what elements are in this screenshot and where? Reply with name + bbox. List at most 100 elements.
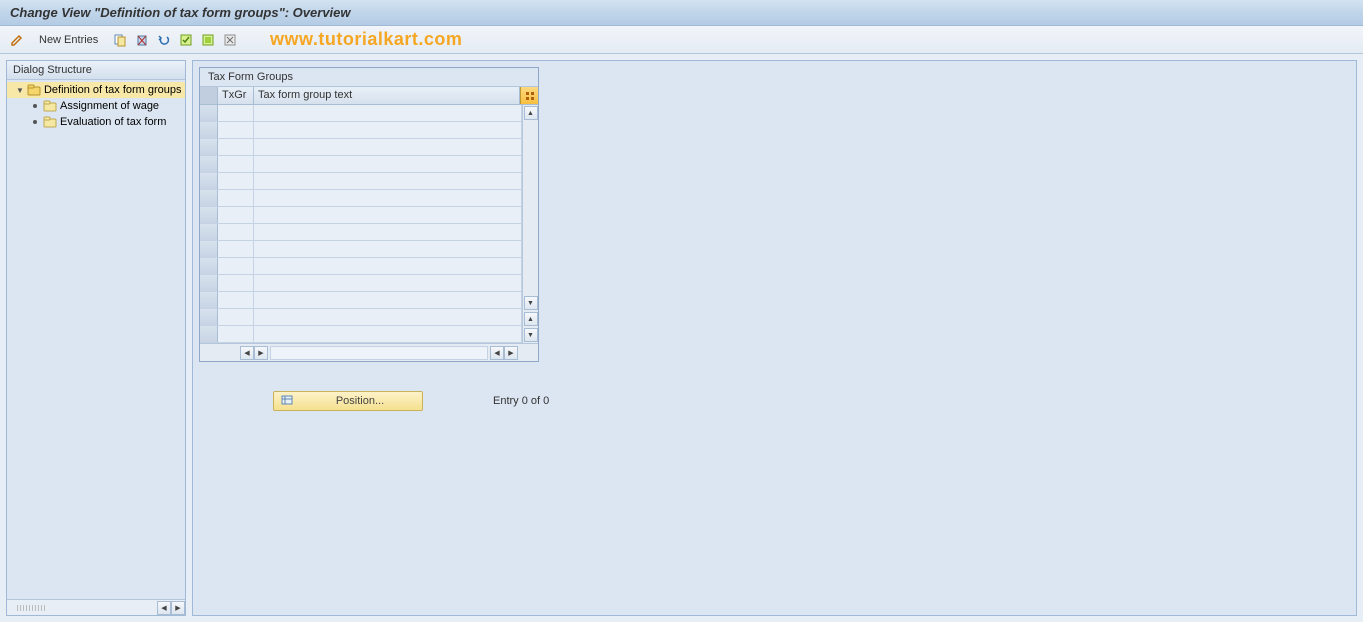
folder-closed-icon [43, 116, 57, 128]
cell-txgr[interactable] [218, 122, 254, 138]
expander-icon[interactable]: ▼ [15, 85, 25, 95]
row-selector[interactable] [200, 173, 218, 189]
cell-txgr[interactable] [218, 275, 254, 291]
table-row [200, 224, 522, 241]
tree-node-assignment[interactable]: Assignment of wage [7, 98, 185, 114]
column-header-txgr[interactable]: TxGr [218, 87, 254, 104]
table-footer: Position... Entry 0 of 0 [273, 391, 549, 411]
copy-icon[interactable] [111, 31, 129, 49]
select-block-icon[interactable] [199, 31, 217, 49]
table-row [200, 309, 522, 326]
row-selector[interactable] [200, 190, 218, 206]
table-row [200, 326, 522, 343]
select-all-icon[interactable] [177, 31, 195, 49]
scroll-right-icon[interactable]: ▶ [254, 346, 268, 360]
table-row [200, 105, 522, 122]
cell-txgr[interactable] [218, 224, 254, 240]
position-button[interactable]: Position... [273, 391, 423, 411]
cell-txgr[interactable] [218, 139, 254, 155]
table-settings-icon[interactable] [520, 87, 538, 104]
cell-text[interactable] [254, 275, 522, 291]
cell-txgr[interactable] [218, 258, 254, 274]
scroll-left-icon[interactable]: ◀ [240, 346, 254, 360]
cell-text[interactable] [254, 241, 522, 257]
cell-text[interactable] [254, 156, 522, 172]
cell-text[interactable] [254, 309, 522, 325]
tree-label: Assignment of wage [60, 100, 159, 112]
column-header-text[interactable]: Tax form group text [254, 87, 520, 104]
toggle-edit-icon[interactable] [8, 31, 26, 49]
cell-text[interactable] [254, 258, 522, 274]
scroll-down-icon[interactable]: ▼ [524, 296, 538, 310]
scroll-right-icon[interactable]: ▶ [171, 601, 185, 615]
row-selector[interactable] [200, 207, 218, 223]
cell-text[interactable] [254, 224, 522, 240]
row-selector-header[interactable] [200, 87, 218, 104]
scroll-up-icon[interactable]: ▲ [524, 312, 538, 326]
tree-node-definition[interactable]: ▼ Definition of tax form groups [7, 82, 185, 98]
undo-icon[interactable] [155, 31, 173, 49]
row-selector[interactable] [200, 275, 218, 291]
new-entries-label: New Entries [39, 34, 98, 46]
cell-txgr[interactable] [218, 173, 254, 189]
row-selector[interactable] [200, 241, 218, 257]
scrollbar-track[interactable] [524, 121, 538, 295]
sidebar-hscroll: ◀ ▶ [7, 599, 185, 615]
cell-txgr[interactable] [218, 326, 254, 342]
position-icon [280, 395, 294, 407]
row-selector[interactable] [200, 139, 218, 155]
scroll-up-icon[interactable]: ▲ [524, 106, 538, 120]
table-row [200, 241, 522, 258]
cell-txgr[interactable] [218, 292, 254, 308]
table-row [200, 275, 522, 292]
cell-text[interactable] [254, 326, 522, 342]
cell-txgr[interactable] [218, 190, 254, 206]
table-row [200, 156, 522, 173]
table-row [200, 139, 522, 156]
row-selector[interactable] [200, 326, 218, 342]
cell-text[interactable] [254, 190, 522, 206]
application-toolbar: New Entries www.tutorialkart.com [0, 26, 1363, 54]
entry-count-text: Entry 0 of 0 [493, 395, 549, 407]
cell-text[interactable] [254, 207, 522, 223]
sidebar-header: Dialog Structure [7, 61, 185, 80]
folder-open-icon [27, 84, 41, 96]
row-selector[interactable] [200, 309, 218, 325]
scrollbar-track[interactable] [270, 346, 488, 360]
cell-text[interactable] [254, 173, 522, 189]
cell-text[interactable] [254, 105, 522, 121]
window-title: Change View "Definition of tax form grou… [0, 0, 1363, 26]
cell-txgr[interactable] [218, 156, 254, 172]
new-entries-button[interactable]: New Entries [30, 30, 107, 50]
row-selector[interactable] [200, 156, 218, 172]
cell-text[interactable] [254, 292, 522, 308]
deselect-all-icon[interactable] [221, 31, 239, 49]
main-area: Tax Form Groups TxGr Tax form group text… [192, 60, 1357, 616]
cell-txgr[interactable] [218, 105, 254, 121]
row-selector[interactable] [200, 105, 218, 121]
cell-text[interactable] [254, 139, 522, 155]
cell-txgr[interactable] [218, 207, 254, 223]
scroll-right-icon[interactable]: ▶ [504, 346, 518, 360]
tree-label: Evaluation of tax form [60, 116, 166, 128]
resize-grip-icon[interactable] [17, 605, 47, 611]
tree-node-evaluation[interactable]: Evaluation of tax form [7, 114, 185, 130]
cell-txgr[interactable] [218, 309, 254, 325]
table-panel: Tax Form Groups TxGr Tax form group text… [199, 67, 539, 362]
data-grid: TxGr Tax form group text ▲ ▼ ▲ ▼ [200, 87, 538, 361]
row-selector[interactable] [200, 258, 218, 274]
table-row [200, 258, 522, 275]
scroll-left-icon[interactable]: ◀ [490, 346, 504, 360]
row-selector[interactable] [200, 292, 218, 308]
bullet-icon [33, 104, 37, 108]
table-row [200, 292, 522, 309]
horizontal-scrollbar: ◀ ▶ ◀ ▶ [200, 343, 538, 361]
table-row [200, 207, 522, 224]
scroll-down-icon[interactable]: ▼ [524, 328, 538, 342]
cell-txgr[interactable] [218, 241, 254, 257]
row-selector[interactable] [200, 122, 218, 138]
cell-text[interactable] [254, 122, 522, 138]
row-selector[interactable] [200, 224, 218, 240]
scroll-left-icon[interactable]: ◀ [157, 601, 171, 615]
delete-icon[interactable] [133, 31, 151, 49]
